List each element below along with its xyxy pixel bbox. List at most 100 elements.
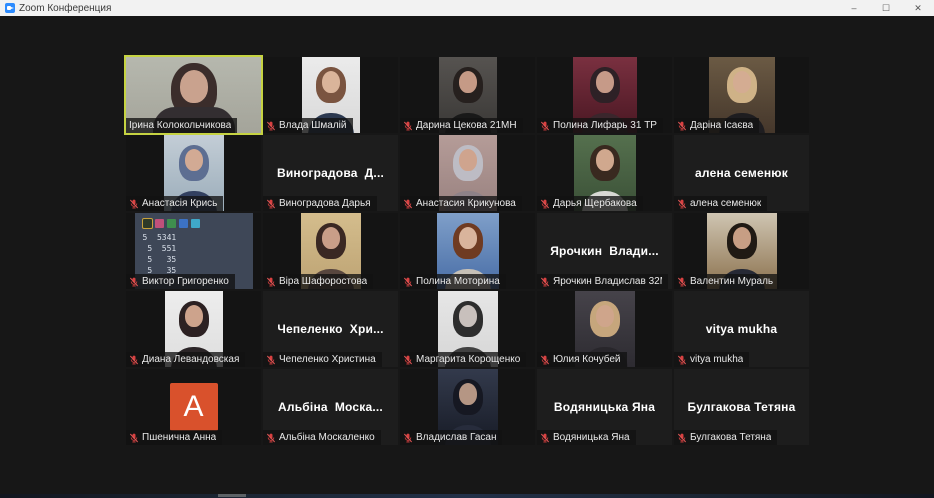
participant-tile[interactable]: Ярочкин Влади... Ярочкин Владислав 32МК: [537, 213, 672, 289]
participant-name-label: Владислав Гасан: [400, 430, 503, 445]
participant-name-text: Ярочкин Владислав 32МК: [553, 276, 662, 287]
participant-name-label: Виноградова Дарья: [263, 196, 377, 211]
participant-name-text: Пшенична Анна: [142, 432, 217, 443]
participant-tile[interactable]: vitya mukha vitya mukha: [674, 291, 809, 367]
muted-mic-icon: [266, 355, 276, 364]
screen-app-icon: [190, 219, 200, 228]
participant-tile[interactable]: Полина Моторина: [400, 213, 535, 289]
participant-name-label: Диана Левандовская: [126, 352, 246, 367]
participant-name-text: Виктор Григоренко: [142, 276, 229, 287]
participant-tile[interactable]: Альбіна Моска... Альбіна Москаленко: [263, 369, 398, 445]
participant-tile[interactable]: Дарья Щербакова: [537, 135, 672, 211]
participant-name-text: Водяницька Яна: [553, 432, 630, 443]
participant-name-label: vitya mukha: [674, 352, 750, 367]
participant-name-text: Анастасия Крикунова: [416, 198, 516, 209]
participant-tile[interactable]: Юлия Кочубей: [537, 291, 672, 367]
participant-tile[interactable]: Диана Левандовская: [126, 291, 261, 367]
muted-mic-icon: [677, 433, 687, 442]
participant-tile[interactable]: Виноградова Д... Виноградова Дарья: [263, 135, 398, 211]
participant-name-text: Даріна Ісаєва: [690, 120, 754, 131]
muted-mic-icon: [540, 433, 550, 442]
taskbar-sliver: [0, 494, 934, 498]
participant-name-text: Альбіна Москаленко: [279, 432, 375, 443]
muted-mic-icon: [403, 121, 413, 130]
participant-tile[interactable]: A Пшенична Анна: [126, 369, 261, 445]
participant-name-text: Дарья Щербакова: [553, 198, 637, 209]
participant-name-text: Дарина Цекова 21МН: [416, 120, 517, 131]
participant-name-label: Віра Шафоростова: [263, 274, 374, 289]
participant-tile[interactable]: Ірина Колокольчикова: [124, 55, 263, 135]
muted-mic-icon: [129, 277, 139, 286]
muted-mic-icon: [403, 199, 413, 208]
participant-name-text: Виноградова Дарья: [279, 198, 371, 209]
muted-mic-icon: [266, 121, 276, 130]
participant-tile[interactable]: Водяницька Яна Водяницька Яна: [537, 369, 672, 445]
screen-app-icon: [166, 219, 176, 228]
participant-tile[interactable]: Полина Лифарь 31 ТР: [537, 57, 672, 133]
participant-name-label: Альбіна Москаленко: [263, 430, 381, 445]
muted-mic-icon: [677, 121, 687, 130]
participant-name-label: Полина Лифарь 31 ТР: [537, 118, 663, 133]
muted-mic-icon: [266, 199, 276, 208]
participant-tile[interactable]: 5 5341 5 551 5 35 5 35 Виктор Григоренко: [126, 213, 261, 289]
muted-mic-icon: [540, 121, 550, 130]
participant-name-label: Ярочкин Владислав 32МК: [537, 274, 668, 289]
muted-mic-icon: [540, 277, 550, 286]
participant-name-label: Водяницька Яна: [537, 430, 636, 445]
maximize-button[interactable]: ☐: [870, 0, 902, 16]
participant-name-text: Влада Шмалій: [279, 120, 347, 131]
close-button[interactable]: ✕: [902, 0, 934, 16]
participant-name-text: Диана Левандовская: [142, 354, 240, 365]
participant-tile[interactable]: Даріна Ісаєва: [674, 57, 809, 133]
muted-mic-icon: [129, 433, 139, 442]
participant-name-text: Чепеленко Христина: [279, 354, 376, 365]
participant-tile[interactable]: Маргарита Корощенко: [400, 291, 535, 367]
participant-tile[interactable]: Чепеленко Хри... Чепеленко Христина: [263, 291, 398, 367]
participant-name-label: Маргарита Корощенко: [400, 352, 527, 367]
participant-grid: Ірина Колокольчикова Влада Шмалій Дарина…: [124, 55, 809, 445]
muted-mic-icon: [403, 355, 413, 364]
muted-mic-icon: [540, 355, 550, 364]
participant-name-text: алена семенюк: [690, 198, 762, 209]
participant-name-text: Валентин Мураль: [690, 276, 774, 287]
participant-tile[interactable]: Віра Шафоростова: [263, 213, 398, 289]
muted-mic-icon: [677, 277, 687, 286]
window-titlebar: Zoom Конференция – ☐ ✕: [0, 0, 934, 16]
participant-name-label: Виктор Григоренко: [126, 274, 235, 289]
taskbar-tab: [218, 494, 246, 497]
muted-mic-icon: [129, 199, 139, 208]
zoom-app-icon: [5, 3, 15, 13]
participant-name-label: алена семенюк: [674, 196, 768, 211]
participant-tile[interactable]: Анастасия Крикунова: [400, 135, 535, 211]
muted-mic-icon: [266, 277, 276, 286]
participant-name-label: Дарина Цекова 21МН: [400, 118, 523, 133]
participant-name-label: Даріна Ісаєва: [674, 118, 760, 133]
participant-tile[interactable]: Анастасія Крись: [126, 135, 261, 211]
participant-tile[interactable]: алена семенюк алена семенюк: [674, 135, 809, 211]
participant-name-label: Валентин Мураль: [674, 274, 780, 289]
participant-name-text: Юлия Кочубей: [553, 354, 621, 365]
participant-name-label: Полина Моторина: [400, 274, 506, 289]
muted-mic-icon: [540, 199, 550, 208]
participant-name-text: Ірина Колокольчикова: [129, 120, 232, 131]
avatar-initial: A: [169, 383, 218, 431]
participant-name-text: Маргарита Корощенко: [416, 354, 521, 365]
participant-name-text: Владислав Гасан: [416, 432, 497, 443]
minimize-button[interactable]: –: [838, 0, 870, 16]
participant-name-label: Ірина Колокольчикова: [126, 118, 238, 133]
participant-name-label: Анастасия Крикунова: [400, 196, 522, 211]
meeting-gallery-view: Ірина Колокольчикова Влада Шмалій Дарина…: [0, 16, 934, 498]
participant-name-text: Анастасія Крись: [142, 198, 218, 209]
zoom-window: Zoom Конференция – ☐ ✕ Ірина Колокольчик…: [0, 0, 934, 498]
participant-tile[interactable]: Булгакова Тетяна Булгакова Тетяна: [674, 369, 809, 445]
muted-mic-icon: [677, 199, 687, 208]
participant-name-label: Анастасія Крись: [126, 196, 224, 211]
participant-tile[interactable]: Влада Шмалій: [263, 57, 398, 133]
participant-tile[interactable]: Валентин Мураль: [674, 213, 809, 289]
participant-name-text: Віра Шафоростова: [279, 276, 368, 287]
participant-name-label: Влада Шмалій: [263, 118, 353, 133]
participant-tile[interactable]: Владислав Гасан: [400, 369, 535, 445]
participant-tile[interactable]: Дарина Цекова 21МН: [400, 57, 535, 133]
muted-mic-icon: [677, 355, 687, 364]
window-controls: – ☐ ✕: [838, 0, 934, 16]
